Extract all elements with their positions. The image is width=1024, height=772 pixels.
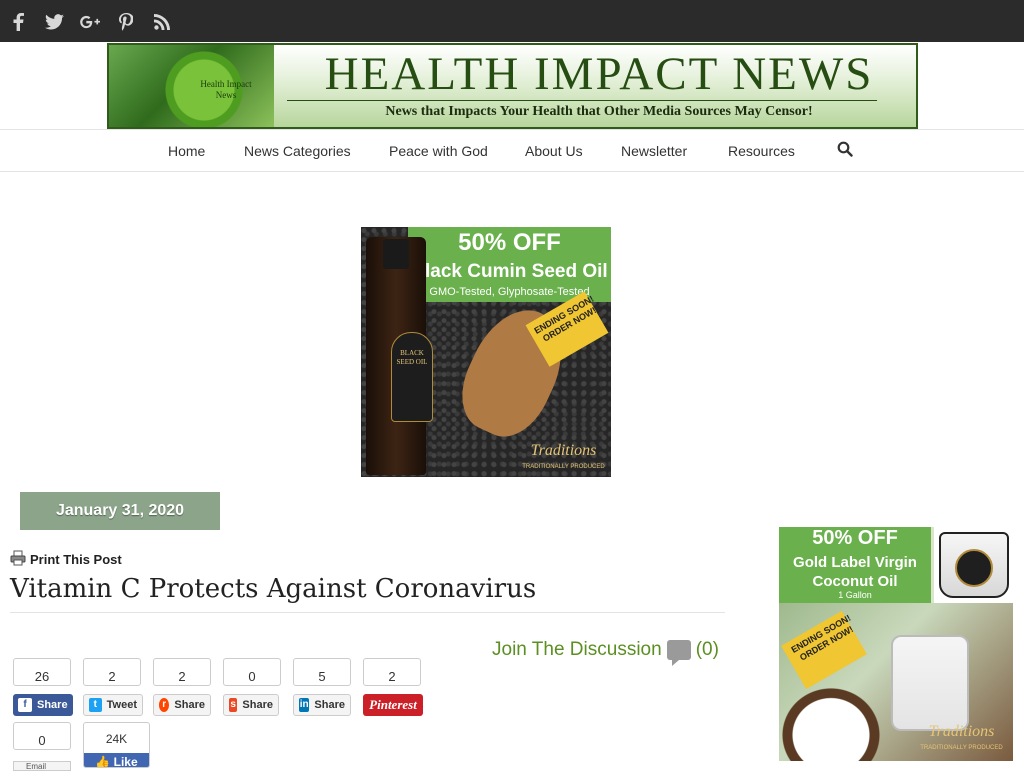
top-social-bar	[0, 0, 1024, 42]
comment-bubble-icon	[666, 640, 691, 666]
google-plus-icon[interactable]	[79, 11, 101, 33]
twitter-icon[interactable]	[43, 11, 65, 33]
email-share-count: 0	[13, 722, 71, 750]
site-title: HEALTH IMPACT NEWS	[324, 48, 874, 100]
linkedin-share-button[interactable]: in Share	[293, 694, 351, 716]
black-cumin-oil-ad[interactable]: 50% OFF Black Cumin Seed Oil GMO-Tested,…	[361, 227, 611, 477]
banner-divider	[287, 100, 877, 101]
nav-item-news-categories[interactable]: News Categories	[244, 143, 351, 159]
comment-count: (0)	[695, 639, 719, 660]
pinterest-share-label: Pinterest	[369, 697, 417, 712]
like-label: Like	[113, 755, 138, 768]
ad-side-discount: 50% OFF	[812, 527, 898, 549]
stumbleupon-share-count: 0	[223, 658, 281, 686]
nav-item-about-us[interactable]: About Us	[525, 143, 583, 159]
facebook-share-button[interactable]: f Share	[13, 694, 73, 716]
ad-brand-tagline: TRADITIONALLY PRODUCED	[522, 464, 605, 470]
main-navigation: Home News Categories Peace with God Abou…	[0, 129, 1024, 172]
reddit-share-label: Share	[174, 699, 205, 711]
thumbs-up-icon: 👍	[95, 755, 111, 768]
reddit-share-button[interactable]: r Share	[153, 694, 211, 716]
nav-item-peace-with-god[interactable]: Peace with God	[389, 143, 488, 159]
twitter-share-count: 2	[83, 658, 141, 686]
reddit-icon: r	[159, 698, 170, 712]
ad-side-brand-tagline: TRADITIONALLY PRODUCED	[920, 745, 1003, 751]
printer-icon[interactable]	[10, 550, 26, 566]
search-icon[interactable]	[837, 141, 853, 157]
ad-brand-logo: Traditions	[530, 442, 597, 459]
article-title: Vitamin C Protects Against Coronavirus	[10, 574, 537, 604]
linkedin-share-label: Share	[314, 699, 345, 711]
email-share-button[interactable]: Email	[13, 761, 71, 771]
facebook-icon[interactable]	[7, 11, 29, 33]
facebook-icon: f	[18, 698, 32, 712]
nav-item-newsletter[interactable]: Newsletter	[621, 143, 687, 159]
title-divider	[10, 612, 725, 613]
stumbleupon-icon: s	[229, 698, 238, 712]
ad-discount: 50% OFF	[458, 229, 561, 256]
email-share-label: Email	[26, 762, 47, 771]
like-button[interactable]: 👍 Like	[84, 753, 149, 768]
ad-side-brand-logo: Traditions	[928, 723, 995, 740]
coconut-oil-jar-image	[891, 635, 969, 731]
banner-circle-text: Health Impact News	[200, 79, 252, 100]
twitter-icon: t	[89, 698, 102, 712]
facebook-share-label: Share	[37, 699, 68, 711]
like-count: 24K	[105, 732, 128, 746]
join-discussion-link[interactable]: Join The Discussion (0)	[492, 639, 719, 666]
pinterest-share-count: 2	[363, 658, 421, 686]
split-coconut-image	[781, 687, 881, 761]
stumbleupon-share-button[interactable]: s Share	[223, 694, 279, 716]
ad-side-product-size: 1 Gallon	[838, 590, 872, 600]
bottle-cap-image	[383, 239, 409, 269]
linkedin-icon: in	[299, 698, 310, 712]
pinterest-share-button[interactable]: Pinterest	[363, 694, 423, 716]
ad-side-product-name: Gold Label Virgin Coconut Oil	[793, 554, 917, 590]
ad-product-name: Black Cumin Seed Oil	[411, 261, 608, 282]
tub-label-image	[955, 549, 993, 587]
nav-item-resources[interactable]: Resources	[728, 143, 795, 159]
twitter-share-label: Tweet	[106, 699, 137, 711]
discussion-label: Join The Discussion	[492, 639, 662, 660]
site-banner[interactable]: Health Impact News HEALTH IMPACT NEWS Ne…	[107, 43, 918, 129]
bottle-label-text: BLACK SEED OIL	[396, 349, 428, 366]
linkedin-share-count: 5	[293, 658, 351, 686]
twitter-share-button[interactable]: t Tweet	[83, 694, 143, 716]
pinterest-icon[interactable]	[115, 11, 137, 33]
site-tagline: News that Impacts Your Health that Other…	[385, 104, 813, 119]
stumbleupon-share-label: Share	[242, 699, 273, 711]
facebook-like-widget[interactable]: 24K 👍 Like	[83, 722, 150, 768]
reddit-share-count: 2	[153, 658, 211, 686]
rss-icon[interactable]	[151, 11, 173, 33]
coconut-oil-ad[interactable]: 50% OFF Gold Label Virgin Coconut Oil 1 …	[779, 527, 1013, 761]
post-date: January 31, 2020	[20, 492, 220, 530]
print-post-link[interactable]: Print This Post	[30, 552, 122, 567]
nav-item-home[interactable]: Home	[168, 143, 205, 159]
facebook-share-count: 26	[13, 658, 71, 686]
bottle-label-image	[391, 332, 433, 422]
